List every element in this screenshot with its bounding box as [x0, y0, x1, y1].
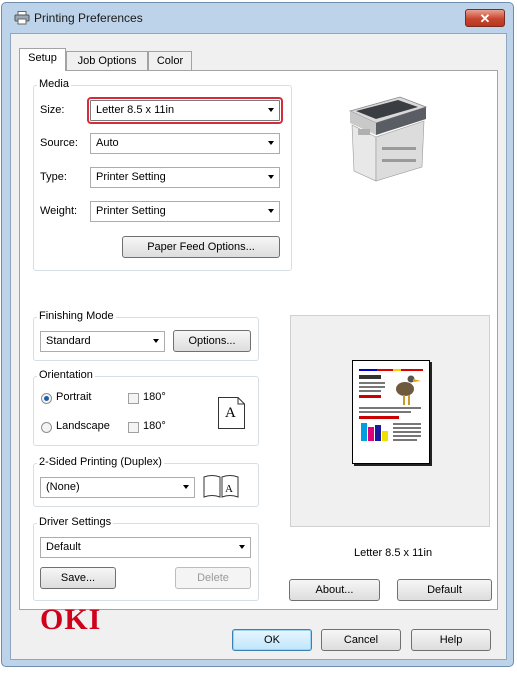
weight-label: Weight:: [40, 205, 78, 217]
orientation-label: Orientation: [37, 369, 95, 381]
dialog-client-area: Setup Job Options Color Media Size: Lett…: [10, 33, 507, 660]
chevron-down-icon: [239, 545, 245, 549]
book-icon: A: [203, 473, 239, 499]
paper-feed-options-button[interactable]: Paper Feed Options...: [122, 236, 280, 258]
duplex-value: (None): [46, 481, 80, 493]
window-title: Printing Preferences: [34, 11, 143, 25]
size-value: Letter 8.5 x 11in: [96, 104, 175, 116]
type-select[interactable]: Printer Setting: [90, 167, 280, 188]
tab-color-label: Color: [156, 55, 184, 67]
ok-button[interactable]: OK: [232, 629, 312, 651]
title-bar: Printing Preferences ✕: [2, 3, 513, 33]
size-label: Size:: [40, 104, 65, 116]
media-group-label: Media: [37, 78, 71, 90]
weight-select[interactable]: Printer Setting: [90, 201, 280, 222]
landscape-radio[interactable]: [41, 422, 52, 433]
chevron-down-icon: [268, 141, 274, 145]
help-button[interactable]: Help: [411, 629, 491, 651]
duplex-label: 2-Sided Printing (Duplex): [37, 456, 164, 468]
chevron-down-icon: [268, 108, 274, 112]
tab-job-options-label: Job Options: [77, 55, 137, 67]
page-thumbnail: [352, 360, 430, 464]
finishing-options-button[interactable]: Options...: [173, 330, 251, 352]
driver-settings-value: Default: [46, 541, 81, 553]
setup-tab-panel: Media Size: Letter 8.5 x 11in Source: Au…: [19, 70, 498, 636]
chevron-down-icon: [153, 339, 159, 343]
finishing-mode-value: Standard: [46, 335, 91, 347]
save-button[interactable]: Save...: [40, 567, 116, 589]
chevron-down-icon: [183, 485, 189, 489]
default-button[interactable]: Default: [397, 579, 492, 601]
portrait-radio[interactable]: [41, 393, 52, 404]
oki-logo: OKI: [40, 603, 102, 636]
source-value: Auto: [96, 137, 119, 149]
source-select[interactable]: Auto: [90, 133, 280, 154]
weight-value: Printer Setting: [96, 205, 166, 217]
driver-settings-select[interactable]: Default: [40, 537, 251, 558]
source-label: Source:: [40, 137, 78, 149]
chevron-down-icon: [268, 175, 274, 179]
close-icon: ✕: [479, 11, 491, 26]
printer-image: [338, 89, 436, 189]
svg-text:A: A: [225, 483, 233, 495]
rotate-180-landscape-checkbox[interactable]: [128, 422, 139, 433]
page-letter: A: [225, 405, 236, 421]
type-value: Printer Setting: [96, 171, 166, 183]
rotate-180-portrait-label: 180°: [143, 391, 166, 403]
cancel-button[interactable]: Cancel: [321, 629, 401, 651]
type-label: Type:: [40, 171, 67, 183]
printing-preferences-window: Printing Preferences ✕ Setup Job Options…: [1, 2, 514, 667]
chevron-down-icon: [268, 209, 274, 213]
tab-setup[interactable]: Setup: [19, 48, 66, 71]
printer-icon: [14, 11, 30, 25]
tab-color[interactable]: Color: [148, 51, 192, 71]
driver-settings-label: Driver Settings: [37, 516, 114, 528]
tab-job-options[interactable]: Job Options: [66, 51, 148, 71]
close-button[interactable]: ✕: [465, 9, 505, 27]
finishing-mode-select[interactable]: Standard: [40, 331, 165, 352]
duplex-select[interactable]: (None): [40, 477, 195, 498]
portrait-page-icon: A: [218, 397, 245, 429]
preview-caption: Letter 8.5 x 11in: [354, 547, 433, 559]
rotate-180-portrait-checkbox[interactable]: [128, 393, 139, 404]
delete-button[interactable]: Delete: [175, 567, 251, 589]
portrait-label: Portrait: [56, 391, 92, 403]
about-button[interactable]: About...: [289, 579, 380, 601]
driver-settings-group: [33, 523, 259, 601]
print-preview-area: [290, 315, 490, 527]
size-select[interactable]: Letter 8.5 x 11in: [87, 97, 283, 124]
landscape-label: Landscape: [56, 420, 110, 432]
finishing-mode-label: Finishing Mode: [37, 310, 116, 322]
rotate-180-landscape-label: 180°: [143, 420, 166, 432]
tab-setup-label: Setup: [28, 52, 57, 64]
